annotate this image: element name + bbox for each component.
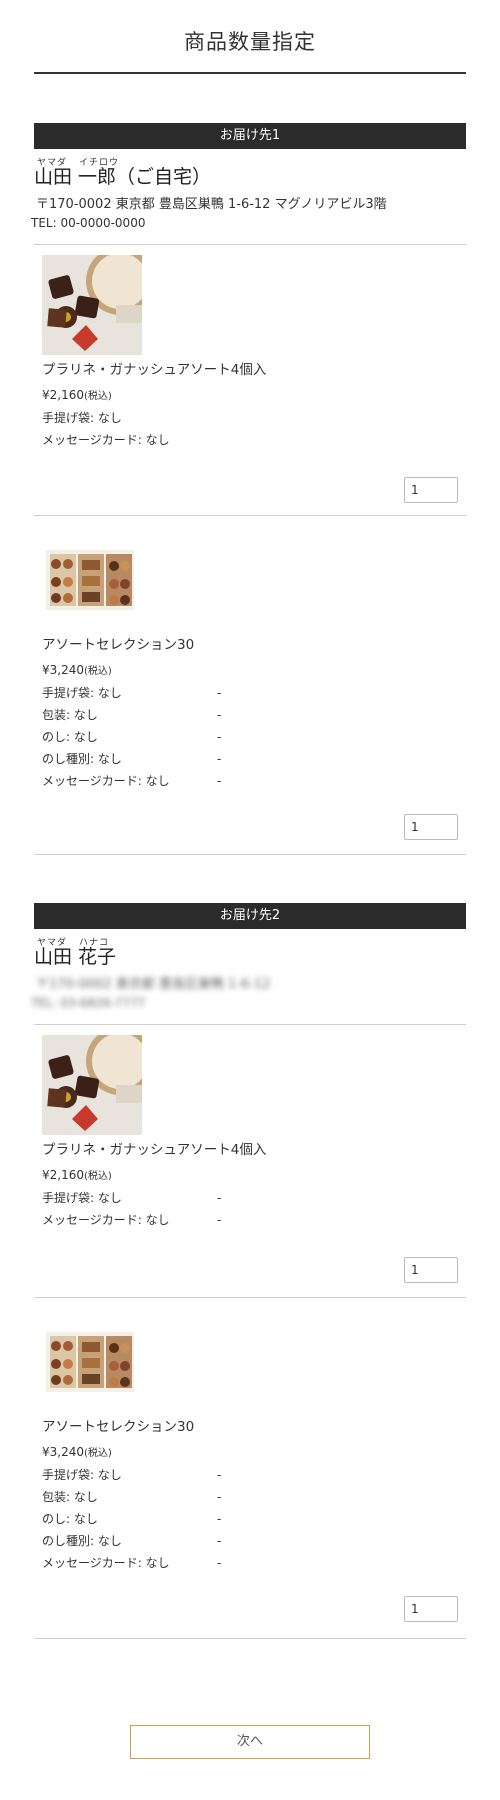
product-image: [42, 1035, 142, 1135]
product-price: ¥2,160(税込): [42, 1168, 112, 1182]
cart-item: プラリネ・ガナッシュアソート4個入 ¥2,160(税込) 手提げ袋: なし - メ…: [34, 1024, 466, 1297]
destination-header: お届け先1: [34, 123, 466, 149]
cart-item: アソートセレクション30 ¥3,240(税込) 手提げ袋: なし - 包装: なし…: [34, 515, 466, 854]
quantity-input[interactable]: 1: [404, 814, 458, 840]
option-row: メッセージカード: なし -: [42, 774, 222, 788]
option-row: のし種別: なし -: [42, 752, 222, 766]
product-price: ¥2,160(税込): [42, 388, 112, 402]
option-row: 手提げ袋: なし -: [42, 686, 222, 700]
option-row: 手提げ袋: なし -: [42, 1191, 222, 1205]
recipient-info: ヤマダ イチロウ 山田 一郎（ご自宅） 〒170-0002 東京都 豊島区巣鴨 1…: [31, 149, 466, 230]
recipient-kana: ヤマダ ハナコ: [37, 938, 110, 948]
recipient-name: 山田 一郎（ご自宅）: [34, 166, 212, 188]
option-row: 手提げ袋: なし -: [42, 1468, 222, 1482]
option-row: のし: なし -: [42, 1512, 222, 1526]
cart-item: アソートセレクション30 ¥3,240(税込) 手提げ袋: なし - 包装: なし…: [34, 1297, 466, 1638]
destination-section-2: お届け先2 ヤマダ ハナコ 山田 花子 〒170-0002 東京都 豊島区巣鴨 1…: [31, 903, 466, 1639]
product-name: アソートセレクション30: [42, 1419, 195, 1435]
section-divider: [34, 1638, 466, 1639]
product-image: [42, 534, 142, 614]
product-image: [42, 255, 142, 355]
quantity-input[interactable]: 1: [404, 1596, 458, 1622]
option-row: 手提げ袋: なし: [42, 411, 122, 425]
product-price: ¥3,240(税込): [42, 663, 112, 677]
destination-header: お届け先2: [34, 903, 466, 929]
quantity-input[interactable]: 1: [404, 1257, 458, 1283]
recipient-address: 〒170-0002 東京都 豊島区巣鴨 1-6-12: [36, 977, 271, 992]
recipient-name: 山田 花子: [34, 946, 117, 968]
option-row: のし: なし -: [42, 730, 222, 744]
page-title: 商品数量指定: [184, 30, 316, 54]
title-divider: [34, 72, 466, 74]
quantity-input[interactable]: 1: [404, 477, 458, 503]
product-name: プラリネ・ガナッシュアソート4個入: [42, 362, 267, 378]
option-row: のし種別: なし -: [42, 1534, 222, 1548]
option-row: メッセージカード: なし -: [42, 1213, 222, 1227]
destination-section-1: お届け先1 ヤマダ イチロウ 山田 一郎（ご自宅） 〒170-0002 東京都 豊…: [31, 123, 466, 855]
product-image: [42, 1316, 142, 1396]
product-price: ¥3,240(税込): [42, 1445, 112, 1459]
recipient-tel: TEL: 03-6826-7777: [31, 996, 146, 1010]
recipient-address: 〒170-0002 東京都 豊島区巣鴨 1-6-12 マグノリアビル3階: [36, 197, 387, 212]
section-divider: [34, 854, 466, 855]
recipient-tel: TEL: 00-0000-0000: [31, 216, 146, 230]
option-row: メッセージカード: なし: [42, 433, 170, 447]
product-name: アソートセレクション30: [42, 637, 195, 653]
recipient-info: ヤマダ ハナコ 山田 花子 〒170-0002 東京都 豊島区巣鴨 1-6-12 …: [31, 929, 466, 1010]
option-row: 包装: なし -: [42, 1490, 222, 1504]
option-row: メッセージカード: なし -: [42, 1556, 222, 1570]
cart-item: プラリネ・ガナッシュアソート4個入 ¥2,160(税込) 手提げ袋: なし メッ…: [34, 244, 466, 515]
product-name: プラリネ・ガナッシュアソート4個入: [42, 1142, 267, 1158]
next-button[interactable]: 次へ: [130, 1725, 370, 1759]
recipient-kana: ヤマダ イチロウ: [37, 158, 120, 168]
option-row: 包装: なし -: [42, 708, 222, 722]
